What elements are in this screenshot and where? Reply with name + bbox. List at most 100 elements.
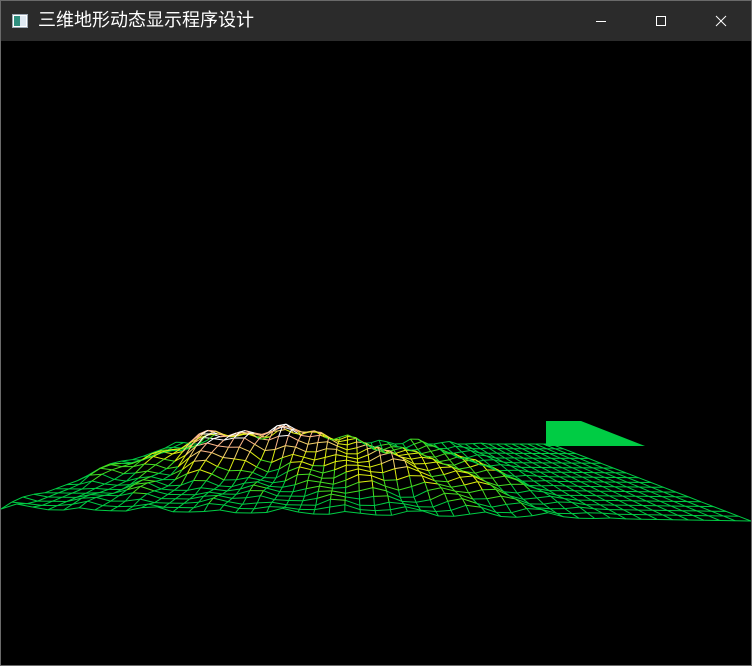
mesh-line: [394, 466, 408, 470]
mesh-line: [604, 472, 617, 478]
title-bar[interactable]: 三维地形动态显示程序设计: [1, 1, 751, 41]
mesh-line: [333, 471, 347, 479]
mesh-line: [580, 481, 591, 487]
mesh-line: [288, 434, 299, 441]
mesh-line: [401, 500, 417, 503]
mesh-line: [218, 479, 225, 487]
mesh-line: [430, 492, 445, 501]
window-title: 三维地形动态显示程序设计: [38, 10, 254, 31]
mesh-line: [468, 489, 483, 494]
mesh-line: [269, 506, 285, 508]
mesh-line: [492, 475, 505, 479]
mesh-line: [618, 500, 629, 506]
close-button[interactable]: [691, 1, 751, 41]
mesh-line: [359, 487, 374, 492]
mesh-line: [316, 493, 332, 499]
mesh-line: [146, 464, 156, 472]
mesh-line: [254, 438, 260, 445]
mesh-line: [725, 510, 739, 517]
mesh-line: [330, 490, 333, 495]
mesh-line: [304, 488, 307, 497]
mesh-line: [244, 437, 255, 445]
mesh-line: [372, 487, 387, 492]
mesh-line: [372, 487, 375, 497]
mesh-line: [167, 479, 176, 487]
mesh-line: [358, 474, 372, 477]
mesh-line: [44, 488, 56, 494]
mesh-line: [222, 457, 235, 460]
mesh-line: [431, 474, 444, 478]
mesh-line: [360, 512, 377, 516]
mesh-line: [216, 457, 224, 467]
mesh-line: [615, 472, 628, 479]
mesh-line: [234, 458, 246, 462]
mesh-line: [250, 512, 267, 514]
mesh-line: [284, 504, 287, 508]
mesh-line: [239, 446, 251, 453]
mesh-line: [624, 491, 637, 497]
mesh-line: [269, 485, 283, 488]
mesh-line: [421, 457, 426, 464]
mesh-line: [523, 457, 533, 464]
mesh-line: [304, 490, 319, 497]
minimize-button[interactable]: [571, 1, 631, 41]
mesh-line: [542, 462, 553, 469]
mesh-line: [389, 501, 404, 505]
mesh-line: [345, 474, 359, 481]
mesh-line: [99, 492, 114, 494]
mesh-line: [738, 515, 751, 522]
mesh-line: [305, 444, 309, 452]
mesh-line: [211, 466, 218, 475]
mesh-line: [464, 460, 471, 468]
mesh-line: [356, 444, 367, 449]
mesh-line: [648, 495, 661, 502]
mesh-line: [458, 466, 471, 470]
mesh-line: [432, 500, 448, 508]
mesh-line: [254, 443, 266, 451]
mesh-line: [132, 492, 148, 495]
mesh-line: [363, 442, 365, 445]
mesh-line: [506, 502, 521, 505]
mesh-line: [11, 496, 24, 503]
mesh-line: [531, 466, 541, 473]
mesh-line: [413, 440, 423, 445]
mesh-line: [310, 465, 314, 470]
mesh-line: [290, 491, 294, 497]
mesh-line: [90, 494, 105, 496]
terrain-wireframe[interactable]: [1, 41, 751, 665]
mesh-line: [208, 503, 224, 506]
mesh-line: [651, 486, 664, 493]
mesh-line: [155, 458, 165, 466]
render-viewport[interactable]: [1, 41, 751, 665]
mesh-line: [571, 512, 588, 515]
mesh-line: [322, 469, 335, 474]
mesh-line: [305, 480, 309, 489]
mesh-line: [582, 494, 592, 501]
mesh-line: [357, 454, 369, 460]
mesh-line: [481, 489, 488, 500]
mesh-line: [447, 476, 461, 483]
mesh-line: [140, 485, 155, 492]
mesh-line: [402, 438, 411, 445]
mesh-line: [248, 472, 253, 478]
mesh-line: [444, 453, 450, 461]
mesh-line: [139, 498, 155, 504]
mesh-line: [111, 469, 124, 475]
maximize-button[interactable]: [631, 1, 691, 41]
mesh-line: [345, 496, 360, 500]
mesh-line: [284, 435, 289, 446]
mesh-line: [325, 454, 337, 458]
mesh-line: [297, 509, 300, 513]
mesh-line: [205, 459, 218, 468]
mesh-line: [188, 511, 205, 513]
mesh-line: [346, 456, 358, 460]
mesh-line: [592, 467, 605, 474]
mesh-line: [302, 497, 318, 502]
mesh-line: [531, 453, 543, 459]
mesh-line: [271, 501, 287, 506]
mesh-line: [271, 499, 275, 503]
mesh-line: [314, 456, 326, 461]
mesh-line: [663, 491, 676, 498]
terrain-mesh: [1, 423, 751, 522]
mesh-line: [385, 485, 399, 491]
